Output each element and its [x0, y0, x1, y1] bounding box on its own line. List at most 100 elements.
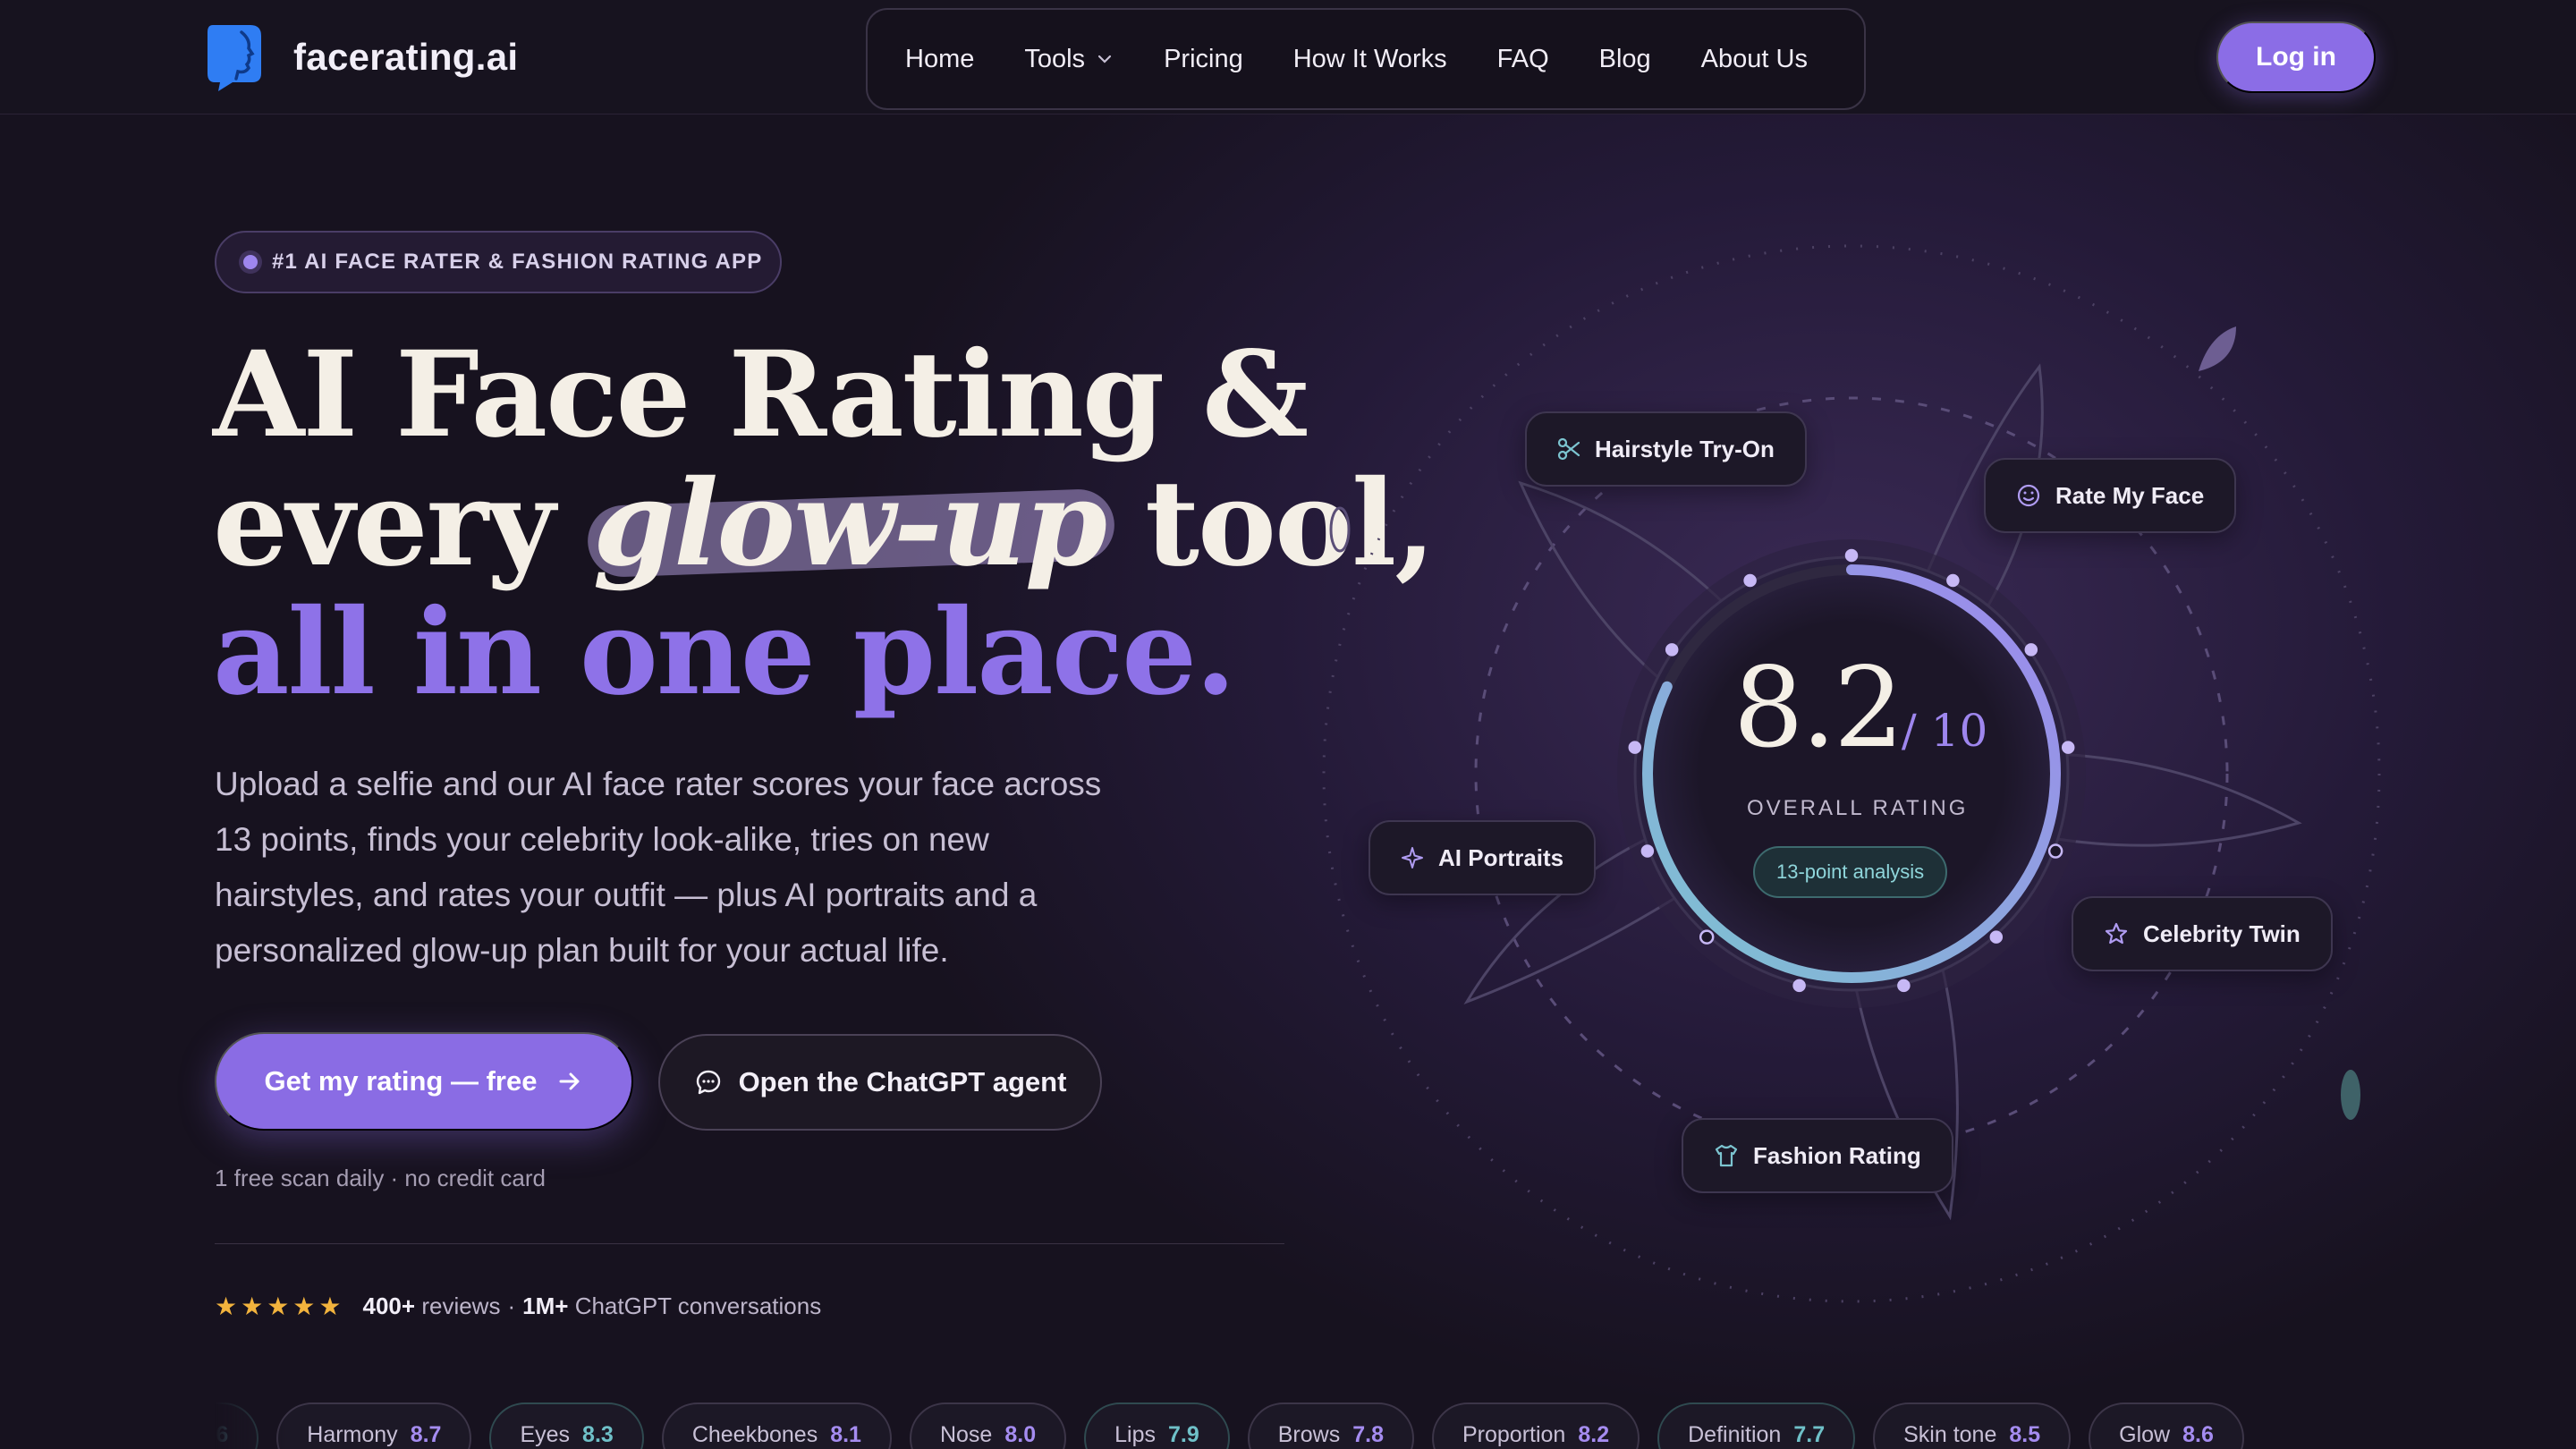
score-chip-value: 8.1: [830, 1422, 861, 1447]
nav-home[interactable]: Home: [905, 45, 974, 74]
analysis-point-dot: [1946, 573, 1960, 588]
score-chip-name: Cheekbones: [691, 1422, 818, 1447]
score-chip-value: 8.6: [2182, 1422, 2214, 1447]
brand-name: facerating.ai: [293, 36, 519, 78]
brand-logo[interactable]: facerating.ai: [206, 23, 518, 91]
login-button[interactable]: Log in: [2216, 21, 2376, 93]
get-rating-button[interactable]: Get my rating — free: [215, 1032, 633, 1131]
nav-blog[interactable]: Blog: [1599, 45, 1651, 74]
score-chip-value: 8.5: [2009, 1422, 2041, 1447]
score-chip-name: Harmony: [307, 1422, 398, 1447]
feature-ai-portraits[interactable]: AI Portraits: [1368, 820, 1597, 895]
star-icon: [2105, 922, 2128, 945]
badge-dot-icon: [243, 255, 258, 269]
score-chip: Eyes 8.3: [489, 1402, 644, 1449]
shirt-icon: [1715, 1144, 1738, 1167]
score-max: / 10: [1901, 705, 1988, 757]
hero-title-line-1: AI Face Rating &: [213, 326, 1309, 464]
hero-badge-text: #1 AI FACE RATER & FASHION RATING APP: [272, 250, 763, 274]
score-chip: Skin tone 8.5: [1873, 1402, 2072, 1449]
score-chip: Definition 7.7: [1657, 1402, 1856, 1449]
score-display: 8.2/ 10: [1726, 644, 1995, 773]
rating-stars-icon: ★★★★★: [215, 1292, 345, 1320]
nav-pricing[interactable]: Pricing: [1164, 45, 1243, 74]
feature-label: Celebrity Twin: [2143, 919, 2301, 947]
analysis-point-dot: [1628, 741, 1642, 754]
reviews-separator: ·: [507, 1292, 516, 1319]
nav-tools-label: Tools: [1024, 44, 1086, 73]
score-chip: Nose 8.0: [909, 1402, 1067, 1449]
feature-label: Hairstyle Try-On: [1595, 435, 1775, 462]
score-chip-name: Nose: [939, 1422, 993, 1447]
score-chip: Glow 8.6: [2089, 1402, 2244, 1449]
nav-tools[interactable]: Tools: [1024, 45, 1114, 74]
hero-title: AI Face Rating & every glow-up tool, all…: [213, 326, 1436, 722]
reviews-count: 400+: [362, 1292, 416, 1319]
nav-faq[interactable]: FAQ: [1497, 45, 1549, 74]
analysis-point-dot: [2047, 843, 2063, 859]
reviews-summary: ★★★★★ 400+ reviews · 1M+ ChatGPT convers…: [215, 1292, 821, 1321]
score-chip-name: Glow: [2119, 1422, 2171, 1447]
overall-score: 8.2: [1733, 644, 1904, 773]
score-chip: Brows 7.8: [1247, 1402, 1414, 1449]
score-chip-value: 7.9: [1167, 1422, 1199, 1447]
chat-bubble-icon: [696, 1070, 720, 1095]
feature-celebrity-twin[interactable]: Celebrity Twin: [2072, 896, 2333, 971]
analysis-point-dot: [1665, 643, 1679, 657]
hero-title-glow-up: glow-up: [592, 454, 1107, 593]
analysis-point-dot: [2024, 643, 2038, 657]
analysis-point-dot: [1989, 930, 2004, 944]
nav-about-us[interactable]: About Us: [1701, 45, 1808, 74]
chatgpt-agent-label: Open the ChatGPT agent: [738, 1066, 1067, 1097]
scissors-icon: [1557, 437, 1580, 461]
score-chip-name: Skin tone: [1903, 1422, 1997, 1447]
analysis-badge: 13-point analysis: [1753, 846, 1948, 898]
analysis-point-dot: [1699, 929, 1715, 945]
hero-badge: #1 AI FACE RATER & FASHION RATING APP: [215, 231, 782, 293]
conversations-count: 1M+: [522, 1292, 569, 1319]
score-chip: Cheekbones 8.1: [661, 1402, 892, 1449]
hero-title-every: every: [213, 454, 593, 593]
score-chip: Symmetry7.6: [215, 1402, 259, 1449]
feature-fashion-rating[interactable]: Fashion Rating: [1682, 1118, 1953, 1193]
score-chip-name: Proportion: [1462, 1422, 1566, 1447]
analysis-point-dot: [1897, 979, 1911, 993]
conversations-label: ChatGPT conversations: [574, 1292, 822, 1319]
chevron-down-icon: [1097, 55, 1112, 64]
score-chip-name: Eyes: [520, 1422, 571, 1447]
score-chip-value: 8.0: [1004, 1422, 1037, 1447]
arrow-right-icon: [559, 1072, 580, 1090]
rating-visual: 8.2/ 10 OVERALL RATING 13-point analysis…: [1306, 143, 2576, 1324]
feature-rate-my-face[interactable]: Rate My Face: [1984, 458, 2237, 533]
leaf-decoration: [2199, 326, 2236, 371]
reviews-label: reviews: [421, 1292, 501, 1319]
score-chip-value: 7.8: [1352, 1422, 1384, 1447]
score-disc: [1633, 555, 2070, 992]
sparkle-icon: [1402, 847, 1423, 869]
hero-title-line-2: every glow-up tool,: [213, 454, 1436, 593]
feature-hairstyle-try-on[interactable]: Hairstyle Try-On: [1525, 411, 1807, 487]
analysis-point-dot: [1743, 573, 1757, 588]
score-chip-name: Lips: [1114, 1422, 1156, 1447]
smile-icon: [2017, 484, 2040, 507]
analysis-point-dot: [2061, 741, 2075, 754]
get-rating-label: Get my rating — free: [264, 1065, 538, 1097]
score-chip-value: 7.6: [215, 1422, 229, 1447]
score-chip-name: Definition: [1688, 1422, 1782, 1447]
free-scan-note: 1 free scan daily · no credit card: [215, 1165, 546, 1191]
face-profile-icon: [208, 25, 261, 91]
feature-label: Fashion Rating: [1753, 1141, 1921, 1169]
main-nav: Home Tools Pricing How It Works FAQ Blog…: [866, 8, 1866, 110]
hero-title-line-3: all in one place.: [213, 583, 1236, 722]
chatgpt-agent-button[interactable]: Open the ChatGPT agent: [658, 1034, 1102, 1131]
score-chip-value: 8.2: [1578, 1422, 1610, 1447]
score-chips-ticker: Symmetry7.6 Harmony 8.7 Eyes 8.3 Cheekbones 8.…: [215, 1402, 2361, 1449]
nav-how-it-works[interactable]: How It Works: [1293, 45, 1447, 74]
analysis-point-dot: [1792, 979, 1806, 993]
hero-divider: [215, 1243, 1284, 1244]
overall-rating-label: OVERALL RATING: [1747, 796, 1969, 820]
leaf-decoration: [1329, 506, 1351, 553]
feature-label: Rate My Face: [2055, 481, 2205, 509]
score-chip-value: 8.3: [582, 1422, 614, 1447]
score-chip-value: 8.7: [410, 1422, 442, 1447]
